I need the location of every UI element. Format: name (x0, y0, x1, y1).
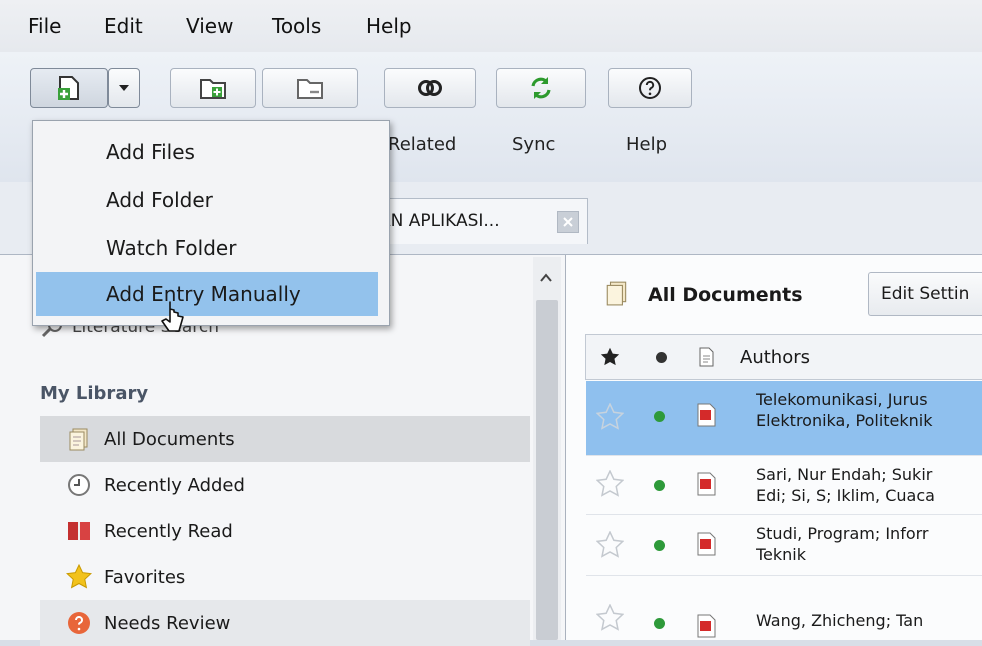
add-dropdown-toggle[interactable] (108, 68, 140, 108)
menu-file[interactable]: File (28, 14, 61, 38)
menu-item-add-files[interactable]: Add Files (36, 130, 378, 174)
authors-column-header[interactable]: Authors (740, 347, 810, 368)
add-document-button[interactable] (30, 68, 108, 108)
document-tab[interactable]: AN APLIKASI... (360, 198, 588, 244)
documents-icon (66, 426, 92, 452)
page-title: All Documents (648, 284, 803, 306)
star-outline-icon[interactable] (595, 469, 625, 502)
pdf-icon[interactable] (696, 472, 716, 500)
remove-folder-button[interactable] (262, 68, 358, 108)
edit-settings-label: Edit Settin (881, 284, 970, 304)
help-label: Help (626, 134, 668, 155)
menu-view[interactable]: View (186, 14, 233, 38)
edit-settings-button[interactable]: Edit Settin (868, 272, 982, 316)
related-button[interactable] (384, 68, 476, 108)
tab-close-icon[interactable] (557, 211, 579, 233)
sidebar-item-favorites[interactable]: Favorites (40, 554, 530, 600)
question-icon (66, 610, 92, 636)
help-icon (639, 77, 661, 99)
section-title-my-library: My Library (40, 383, 149, 404)
table-row[interactable]: Sari, Nur Endah; Sukir Edi; Si, S; Iklim,… (586, 456, 982, 515)
clock-icon (66, 472, 92, 498)
sidebar-item-label: Favorites (104, 566, 186, 588)
sidebar-item-label: Recently Read (104, 520, 233, 542)
authors-cell: Wang, Zhicheng; Tan (756, 611, 924, 630)
star-outline-icon[interactable] (595, 530, 625, 563)
folder-remove-icon (297, 79, 323, 99)
help-button[interactable] (608, 68, 692, 108)
pdf-icon[interactable] (696, 532, 716, 560)
pdf-icon[interactable] (696, 403, 716, 431)
menu-item-add-entry-manually[interactable]: Add Entry Manually (36, 272, 378, 316)
read-dot-icon (654, 618, 665, 629)
star-outline-icon[interactable] (595, 603, 625, 636)
menu-item-add-folder[interactable]: Add Folder (36, 178, 378, 222)
sidebar-item-label: Recently Added (104, 474, 245, 496)
menu-item-watch-folder[interactable]: Watch Folder (36, 226, 378, 270)
all-documents-icon (604, 280, 630, 310)
pdf-icon[interactable] (696, 614, 716, 642)
read-dot-icon (654, 540, 665, 551)
read-dot-icon (654, 411, 665, 422)
mouse-cursor-icon (160, 300, 190, 344)
file-column-icon[interactable] (698, 347, 714, 371)
sidebar-item-needs-review[interactable]: Needs Review (40, 600, 530, 646)
sidebar-item-recently-read[interactable]: Recently Read (40, 508, 530, 554)
table-row[interactable]: Telekomunikasi, Jurus Elektronika, Polite… (586, 381, 982, 456)
menu-help[interactable]: Help (366, 14, 412, 38)
read-status-column-icon[interactable] (656, 352, 667, 363)
sync-label: Sync (512, 134, 556, 155)
menu-bar (0, 0, 982, 52)
table-row[interactable]: Studi, Program; Inforr Teknik (586, 515, 982, 576)
sidebar-item-all-documents[interactable]: All Documents (40, 416, 530, 462)
sync-icon (531, 77, 551, 99)
menu-edit[interactable]: Edit (104, 14, 143, 38)
authors-cell: Sari, Nur Endah; Sukir Edi; Si, S; Iklim,… (756, 465, 935, 505)
star-icon (66, 564, 92, 590)
chevron-down-icon (119, 85, 129, 91)
menu-tools[interactable]: Tools (272, 14, 321, 38)
read-dot-icon (654, 480, 665, 491)
sync-button[interactable] (496, 68, 586, 108)
sidebar-item-recently-added[interactable]: Recently Added (40, 462, 530, 508)
star-outline-icon[interactable] (595, 402, 625, 435)
sidebar-scrollbar-thumb[interactable] (536, 300, 558, 640)
sidebar-item-label: Needs Review (104, 612, 231, 634)
authors-cell: Studi, Program; Inforr Teknik (756, 524, 929, 564)
book-icon (66, 518, 92, 544)
sidebar-item-label: All Documents (104, 428, 235, 450)
table-header: Authors (585, 334, 982, 380)
scroll-up-icon[interactable] (539, 268, 553, 287)
folder-add-icon (200, 79, 226, 99)
add-folder-button[interactable] (170, 68, 256, 108)
related-icon (418, 80, 442, 96)
related-label: Related (388, 134, 457, 155)
tab-label: AN APLIKASI... (379, 211, 500, 231)
table-row[interactable]: Wang, Zhicheng; Tan (586, 576, 982, 640)
add-document-icon (58, 76, 79, 100)
star-column-icon[interactable] (600, 347, 620, 371)
authors-cell: Telekomunikasi, Jurus Elektronika, Polite… (756, 390, 933, 430)
